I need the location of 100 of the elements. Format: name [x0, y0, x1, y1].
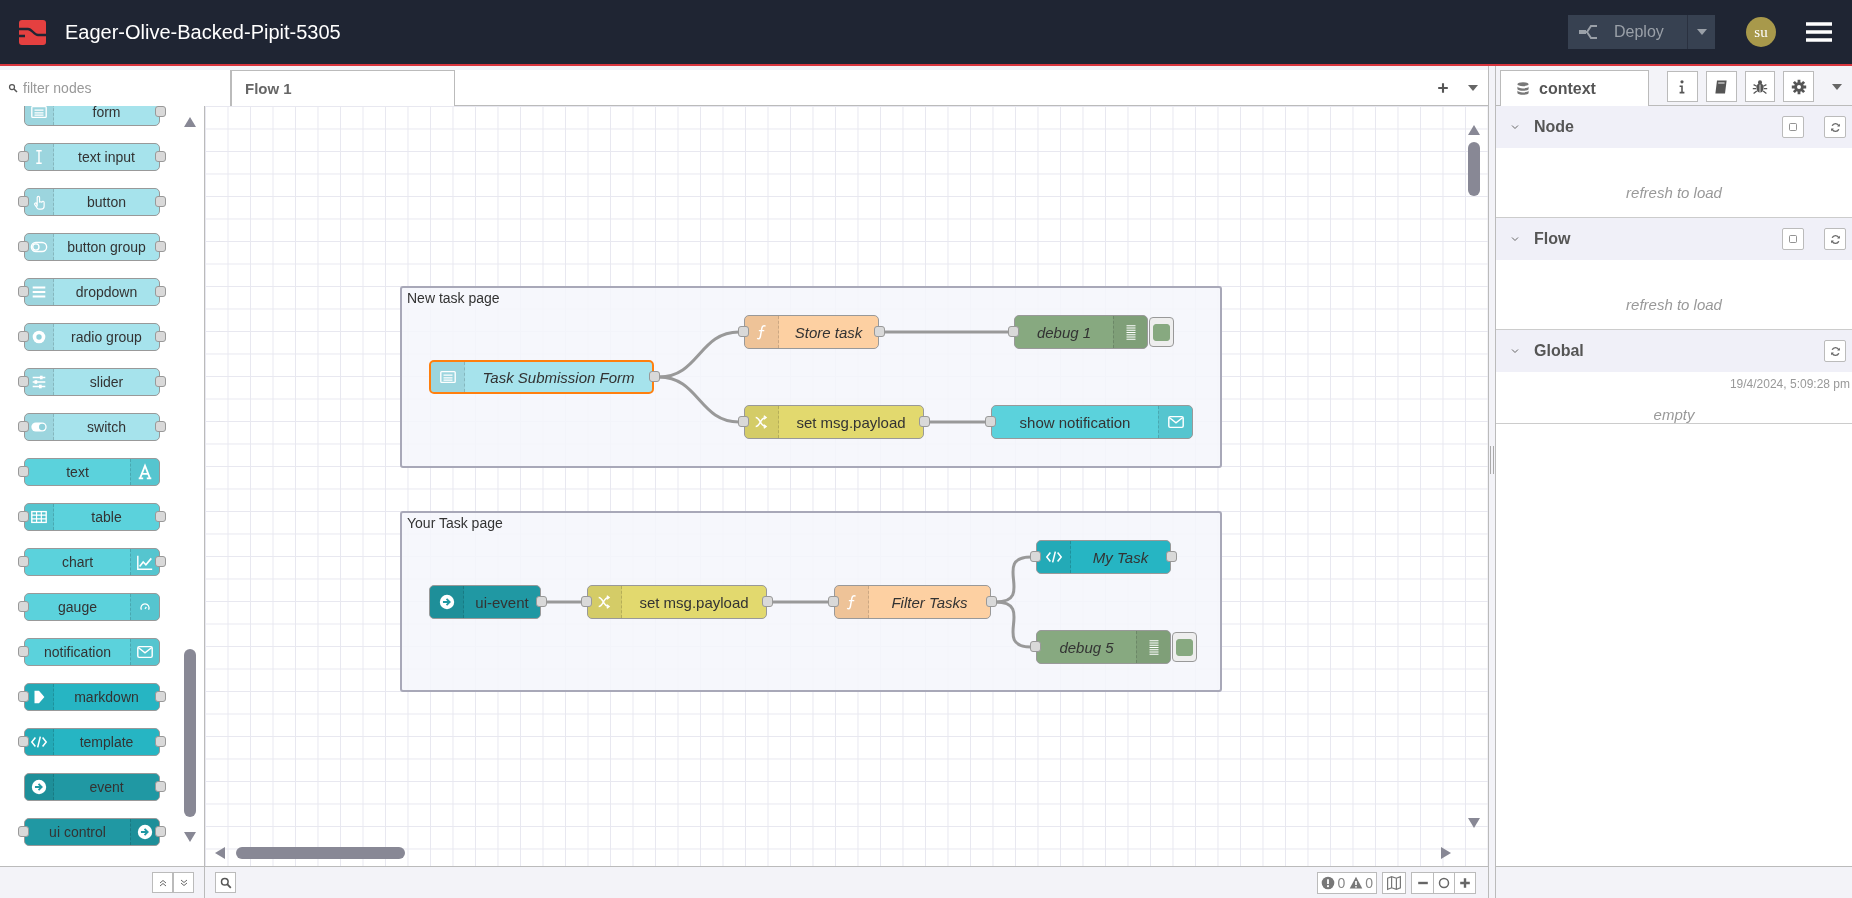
input-port[interactable]	[828, 596, 839, 607]
output-port[interactable]	[762, 596, 773, 607]
output-port[interactable]	[874, 326, 885, 337]
scroll-up-arrow[interactable]	[184, 117, 196, 127]
input-port[interactable]	[1008, 326, 1019, 337]
palette-node[interactable]: markdown	[24, 683, 160, 711]
input-port[interactable]	[18, 826, 29, 837]
input-port[interactable]	[18, 196, 29, 207]
input-port[interactable]	[18, 736, 29, 747]
input-port[interactable]	[18, 691, 29, 702]
input-port[interactable]	[738, 416, 749, 427]
search-button[interactable]	[215, 872, 236, 893]
section-header[interactable]: Node	[1496, 106, 1852, 148]
output-port[interactable]	[155, 286, 166, 297]
scroll-left-arrow[interactable]	[215, 847, 225, 859]
sidebar-tab[interactable]	[1705, 71, 1737, 102]
palette-node[interactable]: slider	[24, 368, 160, 396]
output-port[interactable]	[155, 151, 166, 162]
palette-node[interactable]: switch	[24, 413, 160, 441]
input-port[interactable]	[18, 376, 29, 387]
output-port[interactable]	[155, 241, 166, 252]
refresh-button[interactable]	[1824, 228, 1846, 250]
collapse-all-button[interactable]	[152, 872, 173, 893]
scrollbar-thumb[interactable]	[236, 847, 405, 859]
input-port[interactable]	[18, 511, 29, 522]
scrollbar-thumb[interactable]	[184, 649, 196, 817]
palette-node[interactable]: gauge	[24, 593, 160, 621]
input-port[interactable]	[738, 326, 749, 337]
flow-tab[interactable]: Flow 1	[231, 70, 455, 106]
output-port[interactable]	[155, 331, 166, 342]
output-port[interactable]	[1166, 551, 1177, 562]
wire[interactable]	[772, 600, 829, 604]
resize-handle[interactable]	[1490, 446, 1494, 474]
sidebar-tab[interactable]	[1783, 71, 1815, 102]
flow-node[interactable]: set msg.payload	[587, 585, 767, 619]
input-port[interactable]	[18, 331, 29, 342]
error-count-button[interactable]: 0	[1321, 874, 1346, 891]
wire[interactable]	[995, 555, 1032, 604]
flow-node[interactable]: set msg.payload	[744, 405, 924, 439]
refresh-button[interactable]	[1824, 340, 1846, 362]
output-port[interactable]	[536, 596, 547, 607]
debug-toggle[interactable]	[1172, 632, 1197, 662]
palette-node[interactable]: table	[24, 503, 160, 531]
input-port[interactable]	[18, 556, 29, 567]
input-port[interactable]	[581, 596, 592, 607]
output-port[interactable]	[155, 421, 166, 432]
flow-node[interactable]: Store task	[744, 315, 879, 349]
palette-node[interactable]: text	[24, 458, 160, 486]
flow-node[interactable]: debug 1	[1014, 315, 1148, 349]
flow-node[interactable]: show notification	[991, 405, 1193, 439]
palette-node[interactable]: ui control	[24, 818, 160, 846]
filter-field[interactable]: filter nodes	[0, 70, 230, 106]
palette-node[interactable]: event	[24, 773, 160, 801]
palette-node[interactable]: form	[24, 106, 160, 126]
sidebar-tab[interactable]: context	[1500, 70, 1649, 106]
input-port[interactable]	[18, 466, 29, 477]
wire[interactable]	[884, 330, 1009, 334]
scroll-down-arrow[interactable]	[1468, 818, 1480, 828]
wire[interactable]	[995, 600, 1032, 649]
navigator-button[interactable]	[1382, 871, 1406, 894]
output-port[interactable]	[155, 196, 166, 207]
output-port[interactable]	[155, 781, 166, 792]
output-port[interactable]	[986, 596, 997, 607]
palette-node[interactable]: template	[24, 728, 160, 756]
palette-node[interactable]: chart	[24, 548, 160, 576]
input-port[interactable]	[18, 421, 29, 432]
warning-count-button[interactable]: 0	[1349, 874, 1373, 891]
scroll-up-arrow[interactable]	[1468, 125, 1480, 135]
wire[interactable]	[929, 420, 986, 424]
input-port[interactable]	[1030, 551, 1041, 562]
wire[interactable]	[658, 330, 740, 379]
input-port[interactable]	[18, 151, 29, 162]
output-port[interactable]	[919, 416, 930, 427]
sidebar-tab[interactable]	[1667, 71, 1698, 102]
wire[interactable]	[546, 600, 582, 604]
section-header[interactable]: Flow	[1496, 218, 1852, 260]
input-port[interactable]	[1030, 641, 1041, 652]
output-port[interactable]	[155, 826, 166, 837]
flow-node[interactable]: debug 5	[1036, 630, 1171, 664]
output-port[interactable]	[155, 556, 166, 567]
refresh-button[interactable]	[1824, 116, 1846, 138]
output-port[interactable]	[155, 376, 166, 387]
output-port[interactable]	[155, 511, 166, 522]
toggle-button[interactable]	[1782, 116, 1804, 138]
palette-node[interactable]: dropdown	[24, 278, 160, 306]
debug-toggle[interactable]	[1149, 317, 1174, 347]
input-port[interactable]	[18, 646, 29, 657]
palette-node[interactable]: text input	[24, 143, 160, 171]
palette-node[interactable]: button group	[24, 233, 160, 261]
output-port[interactable]	[649, 371, 660, 382]
expand-all-button[interactable]	[173, 872, 194, 893]
flow-node[interactable]: Task Submission Form	[429, 360, 654, 394]
scrollbar-thumb[interactable]	[1468, 142, 1480, 196]
sidebar-tab[interactable]	[1744, 71, 1776, 102]
palette-node[interactable]: notification	[24, 638, 160, 666]
input-port[interactable]	[18, 286, 29, 297]
output-port[interactable]	[155, 106, 166, 117]
input-port[interactable]	[985, 416, 996, 427]
wire[interactable]	[658, 375, 740, 424]
toggle-button[interactable]	[1782, 228, 1804, 250]
